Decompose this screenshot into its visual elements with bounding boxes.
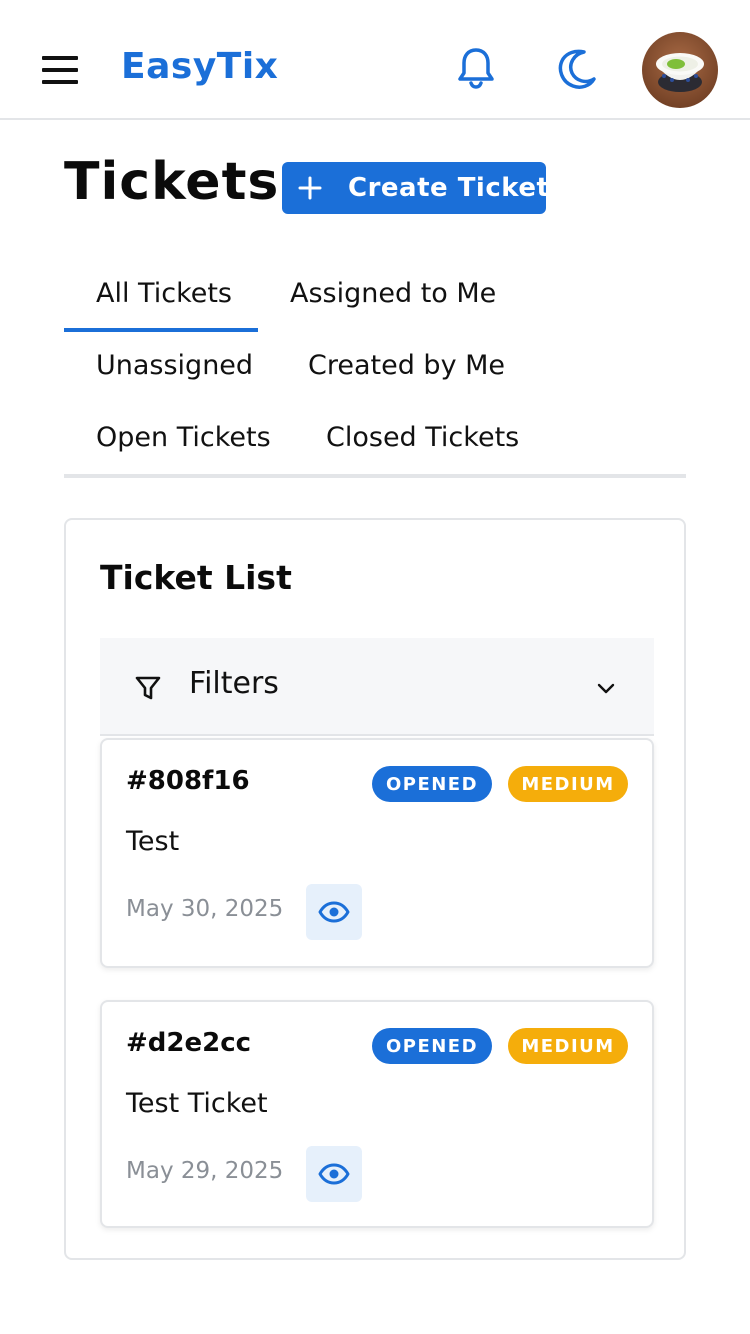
bell-icon[interactable] [452,44,500,92]
plus-icon [298,176,322,200]
ticket-list-card: Ticket List Filters #808f16 OPENED MEDIU… [64,518,686,1260]
tab-assigned-to-me[interactable]: Assigned to Me [290,278,496,309]
ticket-card[interactable]: #808f16 OPENED MEDIUM Test May 30, 2025 [100,738,654,968]
ticket-id: #808f16 [126,766,250,796]
ticket-tabs: All Tickets Assigned to Me Unassigned Cr… [64,258,686,478]
tab-open-tickets[interactable]: Open Tickets [96,422,271,453]
ticket-list-title: Ticket List [100,558,292,597]
brand-logo[interactable]: EasyTix [121,46,278,87]
menu-icon[interactable] [38,50,82,90]
eye-icon [318,901,350,923]
ticket-date: May 30, 2025 [126,896,284,922]
eye-icon [318,1163,350,1185]
ticket-subject: Test Ticket [126,1088,268,1119]
app-header: EasyTix [0,0,750,120]
page-title: Tickets [64,152,280,212]
priority-badge: MEDIUM [508,1028,628,1064]
view-ticket-button[interactable] [306,1146,362,1202]
active-tab-indicator [64,328,258,332]
priority-badge: MEDIUM [508,766,628,802]
ticket-id: #d2e2cc [126,1028,252,1058]
create-ticket-label: Create Ticket [348,173,550,203]
ticket-card[interactable]: #d2e2cc OPENED MEDIUM Test Ticket May 29… [100,1000,654,1228]
filters-label: Filters [189,666,279,701]
ticket-subject: Test [126,826,180,857]
tab-created-by-me[interactable]: Created by Me [308,350,505,381]
tab-unassigned[interactable]: Unassigned [96,350,253,381]
tab-all-tickets[interactable]: All Tickets [96,278,232,309]
chevron-down-icon [597,683,615,694]
ticket-date: May 29, 2025 [126,1158,284,1184]
filter-icon [135,676,161,700]
view-ticket-button[interactable] [306,884,362,940]
create-ticket-button[interactable]: Create Ticket [282,162,550,214]
status-badge: OPENED [372,766,492,802]
filters-toggle[interactable]: Filters [100,638,654,736]
moon-icon[interactable] [552,44,600,92]
tab-closed-tickets[interactable]: Closed Tickets [326,422,519,453]
avatar[interactable] [642,32,718,108]
status-badge: OPENED [372,1028,492,1064]
